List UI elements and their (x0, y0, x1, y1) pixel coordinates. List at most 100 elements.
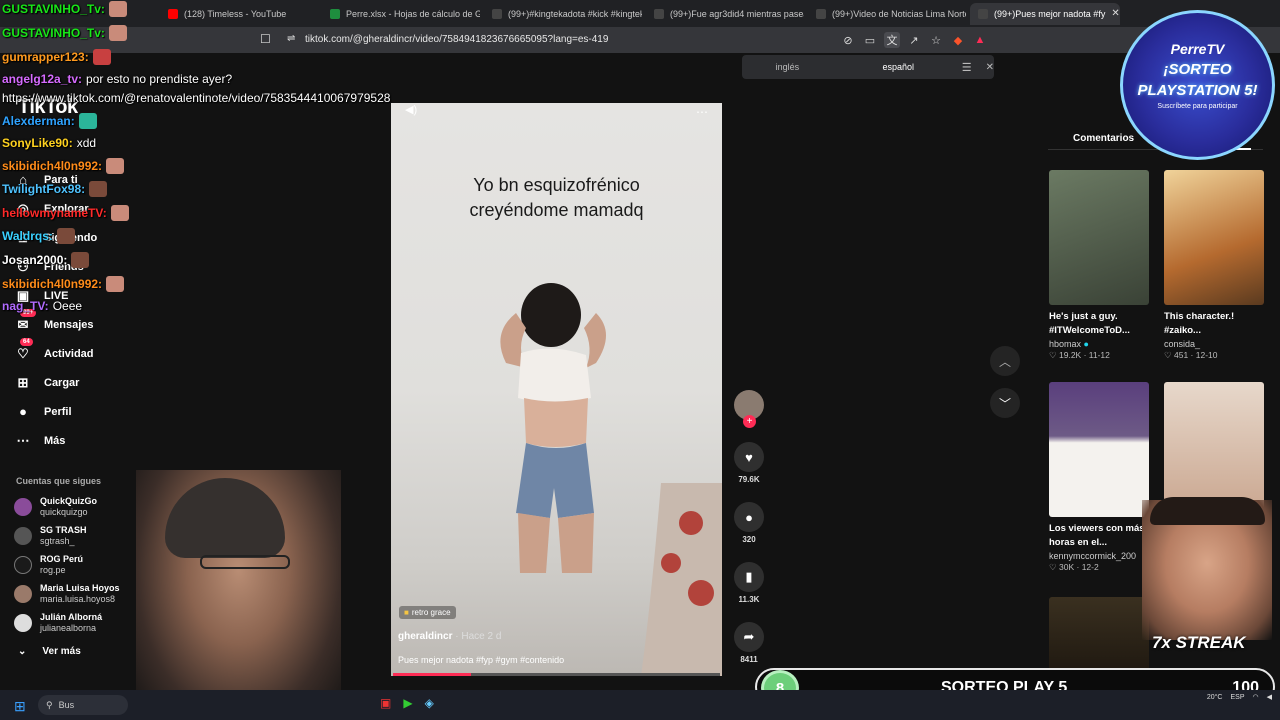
url-field[interactable]: tiktok.com/@gheraldincr/video/7584941823… (305, 34, 608, 45)
temperature: 20°C (1206, 693, 1223, 701)
streamer-glasses (200, 555, 290, 569)
avatar (14, 526, 32, 545)
heart-icon: ♡ (1164, 350, 1172, 360)
recommended-video[interactable]: Los viewers con más horas en el... kenny… (1049, 382, 1149, 573)
video-player[interactable]: ◀) ⋯ Yo bn esquizofrénico creyéndome mam… (391, 103, 722, 676)
sound-tag[interactable]: ■ retro grace (399, 606, 456, 619)
browser-tab[interactable]: (99+)#kingtekadota #kick #kingteka (484, 3, 642, 25)
close-tab-icon[interactable]: ✕ (1111, 8, 1119, 19)
chevron-down-icon[interactable]: ﹀ (990, 388, 1020, 418)
chat-message: Josan2000: (2, 252, 90, 268)
video-progress-fill (393, 673, 472, 676)
video-progress-bar[interactable] (393, 673, 720, 676)
chevron-down-icon: ⌄ (18, 646, 27, 657)
chat-message: hellowmynameTV: (2, 205, 129, 221)
recommended-video[interactable]: This character.! #zaiko... consida_ ♡ 45… (1164, 170, 1264, 361)
messages-icon: ✉ 99+ (14, 308, 37, 334)
translate-popup: inglés español ☰ ✕ (742, 55, 994, 79)
chat-message: skibidich4l0n992: (2, 276, 125, 292)
tiktok-icon (978, 8, 988, 19)
chat-link[interactable]: https://www.tiktok.com/@renatovalentinot… (2, 91, 390, 105)
translate-to[interactable]: español (853, 62, 944, 72)
following-item[interactable]: Maria Luisa Hoyos maria.luisa.hoyos8 (14, 579, 120, 608)
eye-off-icon[interactable]: ⊘ (840, 32, 856, 48)
reaction-face-hair (1150, 497, 1265, 525)
brave-shield-icon[interactable]: ◆ (950, 32, 966, 48)
taskbar-apps: ▣ ▶ ◈ (380, 696, 434, 710)
taskbar-search[interactable]: ⚲ Bus (38, 695, 128, 715)
more-options-icon[interactable]: ⋯ (696, 105, 708, 119)
language-indicator[interactable]: ESP (1230, 694, 1244, 701)
chat-message: nag_TV: Oeee (2, 299, 83, 313)
browser-tab[interactable]: (128) Timeless - YouTube (160, 3, 318, 25)
following-item[interactable]: Julián Alborná julianealborna (14, 608, 120, 637)
emote-icon (92, 49, 111, 65)
chat-message: GUSTAVINHO_Tv: (2, 1, 127, 17)
share-button[interactable]: ➦ 8411 (733, 622, 765, 664)
emote-icon (108, 25, 127, 41)
windows-taskbar: ⊞ ⚲ Bus ▣ ▶ ◈ 20°C ESP ◠ ◀ (0, 690, 1280, 720)
recommended-video[interactable]: He's just a guy. #ITWelcomeToD... hbomax… (1049, 170, 1149, 361)
avatar (14, 584, 32, 603)
comment-button[interactable]: ● 320 (733, 502, 765, 544)
following-item[interactable]: ROG Perú rog.pe (14, 550, 120, 579)
address-bar: ☐ ⇌ tiktok.com/@gheraldincr/video/758494… (0, 27, 1280, 53)
video-thumbnail (1049, 382, 1149, 517)
nav-item-cargar[interactable]: ⊞ Cargar (14, 368, 214, 397)
upload-icon: ⊞ (17, 374, 29, 390)
browser-tab[interactable]: (99+)Fue agr3did4 mientras paseab (646, 3, 804, 25)
browser-tab-active[interactable]: (99+)Pues mejor nadota #fy ✕ (970, 2, 1120, 25)
app-icon[interactable]: ◈ (425, 696, 434, 710)
following-item[interactable]: SG TRASH sgtrash_ (14, 521, 120, 550)
chat-message: angelg12a_tv: por esto no prendiste ayer? (2, 72, 233, 86)
following-section-title: Cuentas que sigues (16, 476, 102, 486)
bed-decoration (641, 483, 722, 676)
browser-tab[interactable]: (99+)Video de Noticias Lima Norte ( (808, 3, 966, 25)
chat-message: Waldrqs: (2, 228, 75, 244)
extension-icon[interactable]: ▲ (972, 32, 988, 48)
video-subject-figure (500, 283, 606, 573)
translate-icon[interactable]: 文 (884, 32, 900, 48)
app-icon[interactable]: ▣ (380, 696, 391, 710)
volume-icon[interactable]: ◀) (405, 103, 417, 116)
follow-plus-icon[interactable]: + (743, 415, 756, 428)
cast-icon[interactable]: ▭ (862, 32, 878, 48)
video-author[interactable]: gheraldincr · Hace 2 d (398, 631, 501, 642)
heart-icon: ♥ (734, 442, 764, 472)
star-icon[interactable]: ☆ (928, 32, 944, 48)
save-button[interactable]: ▮ 11.3K (733, 562, 765, 604)
windows-start-icon[interactable]: ⊞ (14, 698, 26, 715)
chevron-up-icon[interactable]: ︿ (990, 346, 1020, 376)
translate-from[interactable]: inglés (742, 62, 833, 72)
share-icon[interactable]: ↗ (906, 32, 922, 48)
search-icon: ⚲ (46, 699, 53, 710)
chat-message: gumrapper123: (2, 49, 111, 65)
emote-icon (110, 205, 129, 221)
wifi-icon[interactable]: ◠ (1253, 693, 1259, 701)
like-button[interactable]: ♥ 79.6K (733, 442, 765, 484)
site-info-icon[interactable]: ⇌ (287, 33, 295, 44)
author-avatar[interactable]: + (734, 390, 764, 428)
close-icon[interactable]: ✕ (986, 62, 994, 73)
avatar (14, 613, 32, 632)
activity-icon: ♡ 64 (14, 337, 33, 363)
following-item[interactable]: QuickQuizGo quickquizgo (14, 492, 120, 521)
tab-comentarios[interactable]: Comentarios (1073, 133, 1134, 144)
heart-icon: ♡ (1049, 562, 1057, 572)
see-more-button[interactable]: ⌄ Ver más (18, 646, 81, 657)
nav-item-mensajes[interactable]: ✉ 99+ Mensajes (14, 308, 214, 339)
bookmark-icon[interactable]: ☐ (260, 32, 271, 46)
nav-item-perfil[interactable]: ● Perfil (14, 397, 214, 426)
following-list: QuickQuizGo quickquizgo SG TRASH sgtrash_ … (14, 492, 120, 637)
youtube-icon (168, 8, 178, 19)
browser-tab[interactable]: Perre.xlsx - Hojas de cálculo de Goo (322, 3, 480, 25)
nav-item-actividad[interactable]: ♡ 64 Actividad (14, 337, 214, 368)
volume-icon[interactable]: ◀ (1267, 693, 1272, 701)
play-icon[interactable]: ▶ (403, 696, 412, 710)
emote-icon (89, 181, 108, 197)
nav-item-mas[interactable]: ⋯ Más (14, 426, 214, 455)
menu-icon[interactable]: ☰ (962, 61, 972, 74)
chat-message: GUSTAVINHO_Tv: (2, 25, 127, 41)
profile-icon: ● (19, 404, 27, 419)
avatar (14, 497, 32, 516)
